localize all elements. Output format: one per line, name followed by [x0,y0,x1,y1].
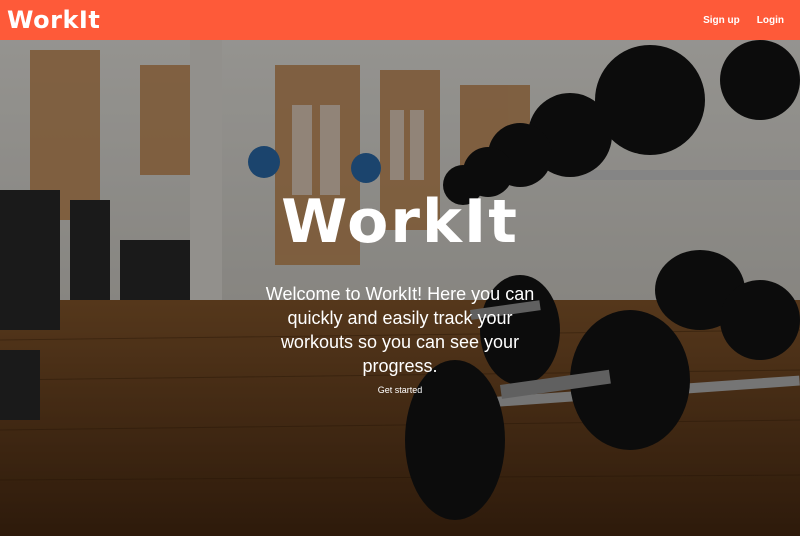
signup-link[interactable]: Sign up [703,15,740,26]
login-link[interactable]: Login [757,15,784,26]
hero-content: WorkIt Welcome to WorkIt! Here you can q… [0,192,800,397]
nav-links: Sign up Login [703,15,784,26]
get-started-link[interactable]: Get started [378,385,423,395]
hero-title: WorkIt [281,187,519,257]
hero-description: Welcome to WorkIt! Here you can quickly … [265,284,535,376]
hero-section: WorkIt Welcome to WorkIt! Here you can q… [0,40,800,536]
navbar: WorkIt Sign up Login [0,0,800,40]
brand-logo[interactable]: WorkIt [7,8,100,32]
